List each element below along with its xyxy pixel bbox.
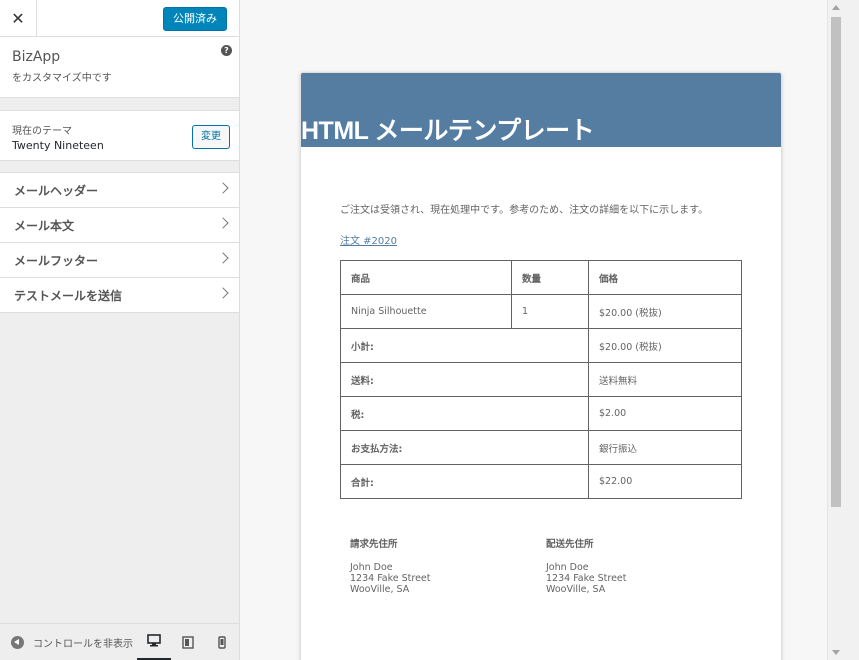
column-header-product: 商品 — [340, 260, 512, 295]
shipping-label: 送料: — [340, 362, 589, 397]
menu-item-email-body[interactable]: メール本文 — [0, 208, 239, 243]
scroll-down-icon[interactable] — [832, 650, 840, 655]
mobile-icon — [218, 635, 226, 649]
item-name: Ninja Silhouette — [340, 294, 512, 329]
billing-address: 請求先住所 John Doe 1234 Fake Street WooVille… — [350, 539, 546, 595]
tablet-icon — [182, 635, 194, 649]
menu-item-send-test[interactable]: テストメールを送信 — [0, 278, 239, 313]
billing-line: John Doe — [350, 562, 393, 573]
section-menu: メールヘッダー メール本文 メールフッター テストメールを送信 — [0, 172, 239, 313]
billing-title: 請求先住所 — [350, 539, 398, 550]
total-value: $22.00 — [588, 464, 742, 499]
collapse-arrow-icon — [11, 635, 24, 649]
desktop-icon — [147, 634, 162, 647]
addresses: 請求先住所 John Doe 1234 Fake Street WooVille… — [340, 539, 742, 595]
customizer-sidebar: ✕ 公開済み BizApp をカスタマイズ中です ? 現在のテーマ Twenty… — [0, 0, 240, 660]
email-body: ご注文は受領され、現在処理中です。参考のため、注文の詳細を以下に示します。 注文… — [301, 147, 781, 595]
total-label: 合計: — [340, 464, 589, 499]
chevron-right-icon — [217, 217, 229, 229]
billing-line: WooVille, SA — [350, 584, 410, 595]
table-row: 小計: $20.00 (税抜) — [340, 328, 742, 363]
device-mobile-button[interactable] — [205, 624, 239, 660]
order-link[interactable]: 注文 #2020 — [340, 232, 397, 247]
shipping-line: John Doe — [546, 562, 589, 573]
menu-item-label: メールフッター — [14, 253, 99, 268]
email-header: HTML メールテンプレート — [301, 73, 781, 147]
item-price: $20.00 (税抜) — [588, 294, 742, 329]
customizer-header: ✕ 公開済み — [0, 0, 239, 37]
chevron-right-icon — [217, 287, 229, 299]
email-template: HTML メールテンプレート ご注文は受領され、現在処理中です。参考のため、注文… — [300, 72, 782, 660]
column-header-quantity: 数量 — [511, 260, 589, 295]
menu-item-label: メールヘッダー — [14, 183, 99, 198]
table-row: 送料: 送料無料 — [340, 362, 742, 397]
menu-item-label: メール本文 — [14, 218, 75, 233]
device-desktop-button[interactable] — [137, 624, 172, 660]
customizer-footer: コントロールを非表示 — [0, 623, 239, 660]
menu-item-email-header[interactable]: メールヘッダー — [0, 173, 239, 208]
payment-method-label: お支払方法: — [340, 430, 589, 465]
collapse-controls-button[interactable]: コントロールを非表示 — [0, 635, 137, 650]
order-table: 商品 数量 価格 Ninja Silhouette 1 $20.00 (税抜) … — [340, 260, 742, 499]
preview-area: HTML メールテンプレート ご注文は受領され、現在処理中です。参考のため、注文… — [240, 0, 843, 660]
scroll-up-icon[interactable] — [832, 5, 840, 10]
chevron-right-icon — [217, 252, 229, 264]
table-row: 合計: $22.00 — [340, 464, 742, 499]
table-header-row: 商品 数量 価格 — [340, 260, 742, 295]
collapse-label: コントロールを非表示 — [33, 638, 133, 650]
menu-item-email-footer[interactable]: メールフッター — [0, 243, 239, 278]
site-info-panel: BizApp をカスタマイズ中です ? — [0, 37, 239, 98]
change-theme-button[interactable]: 変更 — [192, 125, 230, 149]
device-tablet-button[interactable] — [171, 624, 205, 660]
close-icon[interactable]: ✕ — [0, 0, 37, 36]
shipping-line: WooVille, SA — [546, 584, 606, 595]
table-row: 税: $2.00 — [340, 396, 742, 431]
theme-panel: 現在のテーマ Twenty Nineteen 変更 — [0, 110, 239, 161]
email-title: HTML メールテンプレート — [301, 117, 595, 145]
shipping-line: 1234 Fake Street — [546, 573, 627, 584]
scroll-thumb[interactable] — [831, 17, 841, 507]
subtotal-value: $20.00 (税抜) — [588, 328, 742, 363]
tax-value: $2.00 — [588, 396, 742, 431]
help-icon[interactable]: ? — [221, 45, 232, 56]
site-subtitle: をカスタマイズ中です — [12, 73, 112, 84]
table-row: Ninja Silhouette 1 $20.00 (税抜) — [340, 294, 742, 329]
shipping-title: 配送先住所 — [546, 539, 594, 550]
menu-item-label: テストメールを送信 — [14, 288, 123, 303]
chevron-right-icon — [217, 182, 229, 194]
subtotal-label: 小計: — [340, 328, 589, 363]
tax-label: 税: — [340, 396, 589, 431]
email-intro: ご注文は受領され、現在処理中です。参考のため、注文の詳細を以下に示します。 — [340, 205, 709, 216]
preview-scrollbar[interactable] — [827, 0, 843, 660]
payment-method-value: 銀行振込 — [588, 430, 742, 465]
table-row: お支払方法: 銀行振込 — [340, 430, 742, 465]
column-header-price: 価格 — [588, 260, 742, 295]
billing-line: 1234 Fake Street — [350, 573, 431, 584]
publish-button[interactable]: 公開済み — [163, 7, 227, 31]
site-title: BizApp — [12, 49, 61, 65]
shipping-value: 送料無料 — [588, 362, 742, 397]
shipping-address: 配送先住所 John Doe 1234 Fake Street WooVille… — [546, 539, 742, 595]
item-quantity: 1 — [511, 294, 589, 329]
